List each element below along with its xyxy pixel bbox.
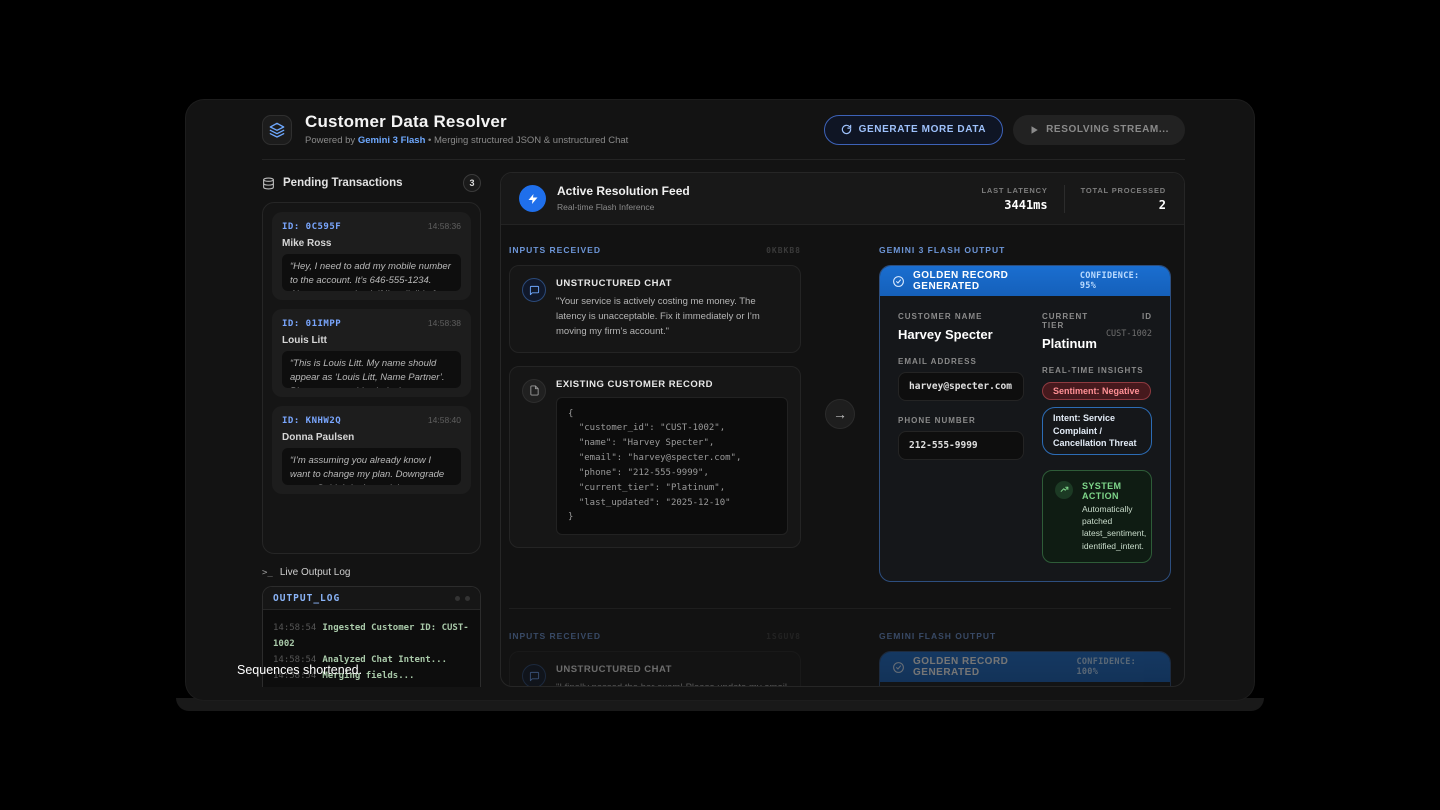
customer-name-value: Harvey Specter — [898, 327, 1024, 342]
customer-name: Mike Ross — [282, 238, 461, 249]
chat-bubble-icon — [522, 278, 546, 302]
transaction-card[interactable]: ID: KNHW2Q 14:58:40 Donna Paulsen “I’m a… — [272, 406, 471, 494]
log-line: 14:58:54Ingested Customer ID: CUST-1002 — [273, 620, 470, 652]
transactions-panel: ID: 0C595F 14:58:36 Mike Ross “Hey, I ne… — [262, 202, 481, 554]
file-icon — [522, 379, 546, 403]
live-output-log-label: Live Output Log — [280, 567, 351, 578]
inputs-received-label: INPUTS RECEIVED 1SGUV8 — [509, 631, 801, 641]
app-header: Customer Data Resolver Powered by Gemini… — [186, 100, 1254, 159]
total-processed-stat: TOTAL PROCESSED 2 — [1081, 186, 1166, 212]
entry-hash: 0KBKB8 — [766, 246, 801, 255]
json-code-block: { "customer_id": "CUST-1002", "name": "H… — [556, 397, 788, 536]
sentiment-badge: Sentiment: Negative — [1042, 382, 1151, 400]
chat-quote: "Your service is actively costing me mon… — [556, 294, 788, 340]
current-tier-label: CURRENT TIER — [1042, 312, 1106, 330]
transaction-quote: “I’m assuming you already know I want to… — [282, 448, 461, 485]
feed-title: Active Resolution Feed — [557, 185, 690, 198]
transaction-id: ID: 01IMPP — [282, 319, 341, 329]
insights-label: REAL-TIME INSIGHTS — [1042, 366, 1152, 375]
transaction-time: 14:58:40 — [428, 415, 461, 425]
lightning-bolt-icon — [519, 185, 546, 212]
transaction-quote: “This is Louis Litt. My name should appe… — [282, 351, 461, 388]
page-subtitle: Powered by Gemini 3 Flash • Merging stru… — [305, 135, 628, 146]
confidence-value: CONFIDENCE: 95% — [1080, 271, 1158, 291]
gemini-output-label: GEMINI 3 FLASH OUTPUT — [879, 245, 1171, 255]
transaction-id: ID: 0C595F — [282, 222, 341, 232]
golden-record-header: GOLDEN RECORD GENERATED CONFIDENCE: 95% — [880, 266, 1170, 296]
transaction-id: ID: KNHW2Q — [282, 416, 341, 426]
generate-more-data-button[interactable]: GENERATE MORE DATA — [824, 115, 1003, 145]
stat-divider — [1064, 185, 1065, 213]
tier-value: Platinum — [1042, 336, 1106, 351]
email-field: harvey@specter.com — [898, 372, 1024, 401]
golden-record-header: GOLDEN RECORD GENERATED CONFIDENCE: 100% — [880, 652, 1170, 682]
arrow-right-icon: → — [825, 399, 855, 429]
sidebar-title: Pending Transactions — [283, 177, 403, 189]
system-action-box: SYSTEM ACTION Automatically patched late… — [1042, 470, 1152, 563]
inputs-received-label: INPUTS RECEIVED 0KBKB8 — [509, 245, 801, 255]
intent-badge: Intent: Service Complaint / Cancellation… — [1042, 407, 1152, 455]
customer-name: Louis Litt — [282, 335, 461, 346]
golden-record-title: GOLDEN RECORD GENERATED — [913, 270, 1072, 292]
phone-label: PHONE NUMBER — [898, 416, 1024, 425]
feed-header: Active Resolution Feed Real-time Flash I… — [501, 173, 1184, 225]
record-json: { "customer_id": "CUST-1002", "name": "H… — [568, 407, 776, 526]
unstructured-chat-card: UNSTRUCTURED CHAT "I finally passed the … — [509, 651, 801, 686]
customer-name-label: CUSTOMER NAME — [898, 312, 1024, 321]
terminal-window-dots — [455, 596, 470, 601]
chat-bubble-icon — [522, 664, 546, 686]
play-icon — [1029, 125, 1039, 135]
resolution-entry: INPUTS RECEIVED 0KBKB8 UNSTRUCTURED CHAT… — [509, 245, 1171, 582]
trending-up-icon — [1055, 481, 1073, 499]
transaction-time: 14:58:36 — [428, 221, 461, 231]
terminal-title: OUTPUT_LOG — [273, 593, 340, 604]
record-card-title: EXISTING CUSTOMER RECORD — [556, 379, 788, 390]
brand-name: Gemini 3 Flash — [358, 135, 426, 146]
entry-hash: 1SGUV8 — [766, 632, 801, 641]
transaction-card[interactable]: ID: 01IMPP 14:58:38 Louis Litt “This is … — [272, 309, 471, 397]
phone-field: 212-555-9999 — [898, 431, 1024, 460]
app-window: Customer Data Resolver Powered by Gemini… — [186, 100, 1254, 700]
feed-scroll-area[interactable]: INPUTS RECEIVED 0KBKB8 UNSTRUCTURED CHAT… — [501, 225, 1184, 686]
screenshot-caption: Sequences shortened. — [237, 663, 362, 677]
log-line: 14:58:54Resolved Golden Record. — [273, 684, 470, 687]
terminal-titlebar: OUTPUT_LOG — [263, 587, 480, 610]
transaction-card[interactable]: ID: 0C595F 14:58:36 Mike Ross “Hey, I ne… — [272, 212, 471, 300]
chat-card-title: UNSTRUCTURED CHAT — [556, 278, 788, 289]
chat-card-title: UNSTRUCTURED CHAT — [556, 664, 788, 675]
chat-quote: "I finally passed the bar exam! Please u… — [556, 680, 788, 686]
confidence-value: CONFIDENCE: 100% — [1076, 657, 1158, 677]
refresh-icon — [841, 124, 852, 135]
resolving-stream-button[interactable]: RESOLVING STREAM... — [1013, 115, 1185, 145]
gemini-output-label: GEMINI FLASH OUTPUT — [879, 631, 1171, 641]
resolution-entry: INPUTS RECEIVED 1SGUV8 UNSTRUCTURED CHAT… — [509, 631, 1171, 686]
check-circle-icon — [892, 275, 905, 288]
golden-record-card: GOLDEN RECORD GENERATED CONFIDENCE: 95% … — [879, 265, 1171, 582]
existing-record-card: EXISTING CUSTOMER RECORD { "customer_id"… — [509, 366, 801, 549]
terminal-prompt-icon: >_ — [262, 568, 273, 578]
customer-name: Donna Paulsen — [282, 432, 461, 443]
system-action-text: Automatically patched latest_sentiment, … — [1082, 503, 1146, 552]
system-action-title: SYSTEM ACTION — [1082, 481, 1146, 501]
layers-icon — [269, 122, 285, 138]
entry-divider — [509, 608, 1171, 609]
id-label: ID — [1106, 312, 1152, 321]
app-logo — [262, 115, 292, 145]
transaction-time: 14:58:38 — [428, 318, 461, 328]
email-label: EMAIL ADDRESS — [898, 357, 1024, 366]
transaction-quote: “Hey, I need to add my mobile number to … — [282, 254, 461, 291]
id-value: CUST-1002 — [1106, 329, 1152, 339]
feed-subtitle: Real-time Flash Inference — [557, 202, 690, 212]
sidebar: Pending Transactions 3 ID: 0C595F 14:58:… — [262, 172, 481, 687]
page-title: Customer Data Resolver — [305, 113, 628, 132]
database-icon — [262, 177, 275, 190]
last-latency-stat: LAST LATENCY 3441ms — [982, 186, 1048, 212]
unstructured-chat-card: UNSTRUCTURED CHAT "Your service is activ… — [509, 265, 801, 353]
check-circle-icon — [892, 661, 905, 674]
golden-record-card: GOLDEN RECORD GENERATED CONFIDENCE: 100%… — [879, 651, 1171, 686]
pending-count-badge: 3 — [463, 174, 481, 192]
golden-record-title: GOLDEN RECORD GENERATED — [913, 656, 1068, 678]
active-resolution-feed: Active Resolution Feed Real-time Flash I… — [500, 172, 1185, 687]
